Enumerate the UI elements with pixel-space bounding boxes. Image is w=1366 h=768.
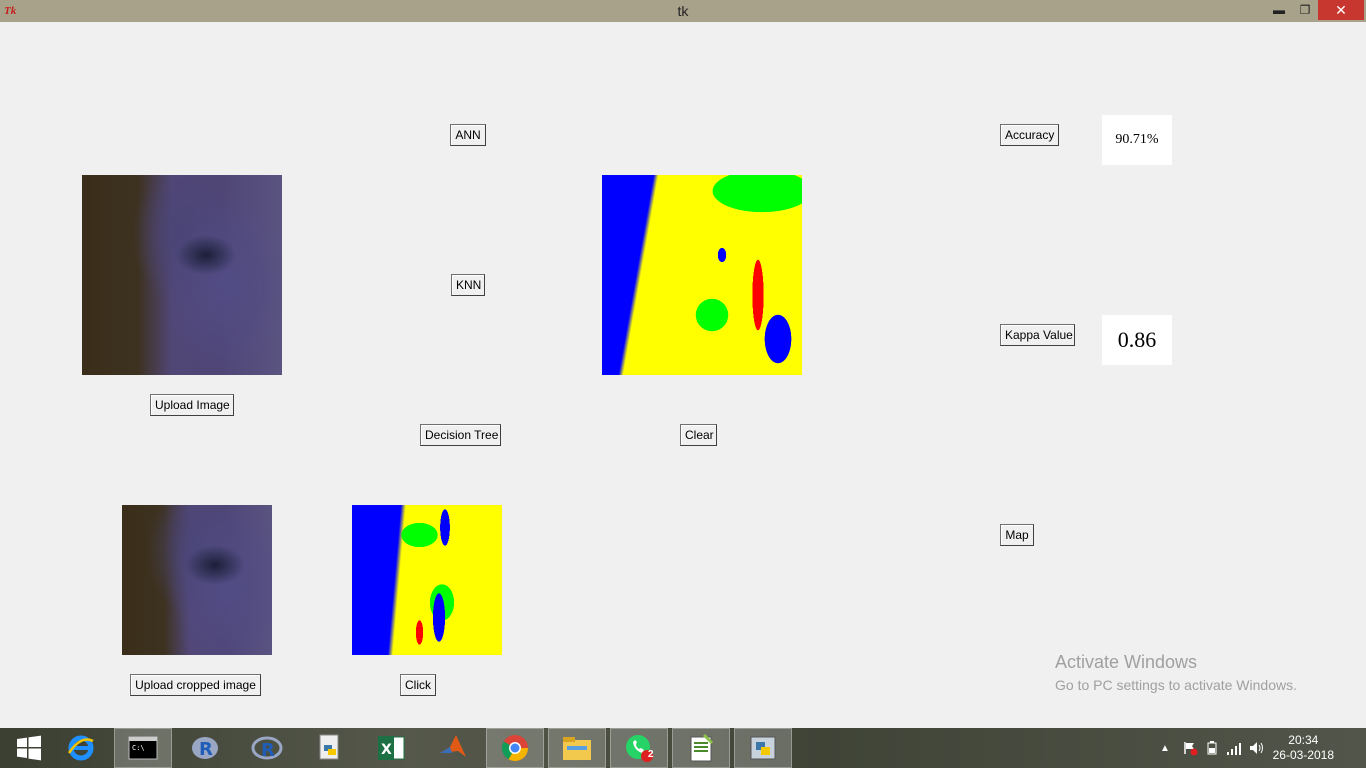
map-button[interactable]: Map (1000, 524, 1034, 546)
accuracy-value: 90.71% (1102, 115, 1172, 165)
title-bar: Tk tk ▬ ❐ ✕ (0, 0, 1366, 22)
upload-image-button[interactable]: Upload Image (150, 394, 234, 416)
kappa-value-button[interactable]: Kappa Value (1000, 324, 1075, 346)
ann-button[interactable]: ANN (450, 124, 486, 146)
python-file-icon[interactable] (300, 728, 358, 768)
whatsapp-icon[interactable]: 2 (610, 728, 668, 768)
chrome-icon[interactable] (486, 728, 544, 768)
svg-text:C:\: C:\ (132, 744, 145, 752)
upload-cropped-image-button[interactable]: Upload cropped image (130, 674, 261, 696)
clear-button[interactable]: Clear (680, 424, 717, 446)
internet-explorer-icon[interactable] (52, 728, 110, 768)
window-title: tk (677, 3, 689, 19)
taskbar: C:\ R R X 2 ▲ 20:34 26-03-2018 (0, 728, 1366, 768)
clock-time: 20:34 (1288, 733, 1319, 747)
uploaded-satellite-image (82, 175, 282, 375)
notepad-plus-icon[interactable] (672, 728, 730, 768)
battery-icon[interactable] (1204, 740, 1220, 756)
activate-windows-title: Activate Windows (1055, 652, 1198, 672)
clock[interactable]: 20:34 26-03-2018 (1273, 733, 1334, 763)
minimize-button[interactable]: ▬ (1266, 0, 1292, 20)
cropped-satellite-image (122, 505, 272, 655)
svg-text:X: X (381, 742, 392, 758)
classified-map-image (602, 175, 802, 375)
knn-button[interactable]: KNN (451, 274, 485, 296)
show-hidden-icons-icon[interactable]: ▲ (1160, 743, 1170, 754)
close-button[interactable]: ✕ (1318, 0, 1364, 20)
app-client-area: ANN KNN Decision Tree Clear Upload Image… (0, 22, 1366, 728)
python-icon[interactable] (734, 728, 792, 768)
accuracy-button[interactable]: Accuracy (1000, 124, 1059, 146)
network-signal-icon[interactable] (1226, 740, 1242, 756)
file-explorer-icon[interactable] (548, 728, 606, 768)
kappa-value: 0.86 (1102, 315, 1172, 365)
windows-logo-icon (17, 735, 41, 761)
cropped-classified-image (352, 505, 502, 655)
click-button[interactable]: Click (400, 674, 436, 696)
activate-windows-subtitle: Go to PC settings to activate Windows. (1055, 677, 1297, 693)
action-center-flag-icon[interactable] (1182, 740, 1198, 756)
svg-text:R: R (261, 740, 275, 761)
clock-date: 26-03-2018 (1272, 748, 1334, 762)
command-prompt-icon[interactable]: C:\ (114, 728, 172, 768)
rstudio-icon[interactable]: R (238, 728, 296, 768)
excel-icon[interactable]: X (362, 728, 420, 768)
svg-text:R: R (199, 739, 213, 760)
matlab-icon[interactable] (424, 728, 482, 768)
system-tray: ▲ (1160, 728, 1266, 768)
restore-button[interactable]: ❐ (1292, 0, 1318, 20)
decision-tree-button[interactable]: Decision Tree (420, 424, 501, 446)
volume-icon[interactable] (1248, 740, 1266, 756)
start-button[interactable] (0, 728, 58, 768)
r-icon[interactable]: R (176, 728, 234, 768)
whatsapp-badge: 2 (648, 749, 654, 760)
